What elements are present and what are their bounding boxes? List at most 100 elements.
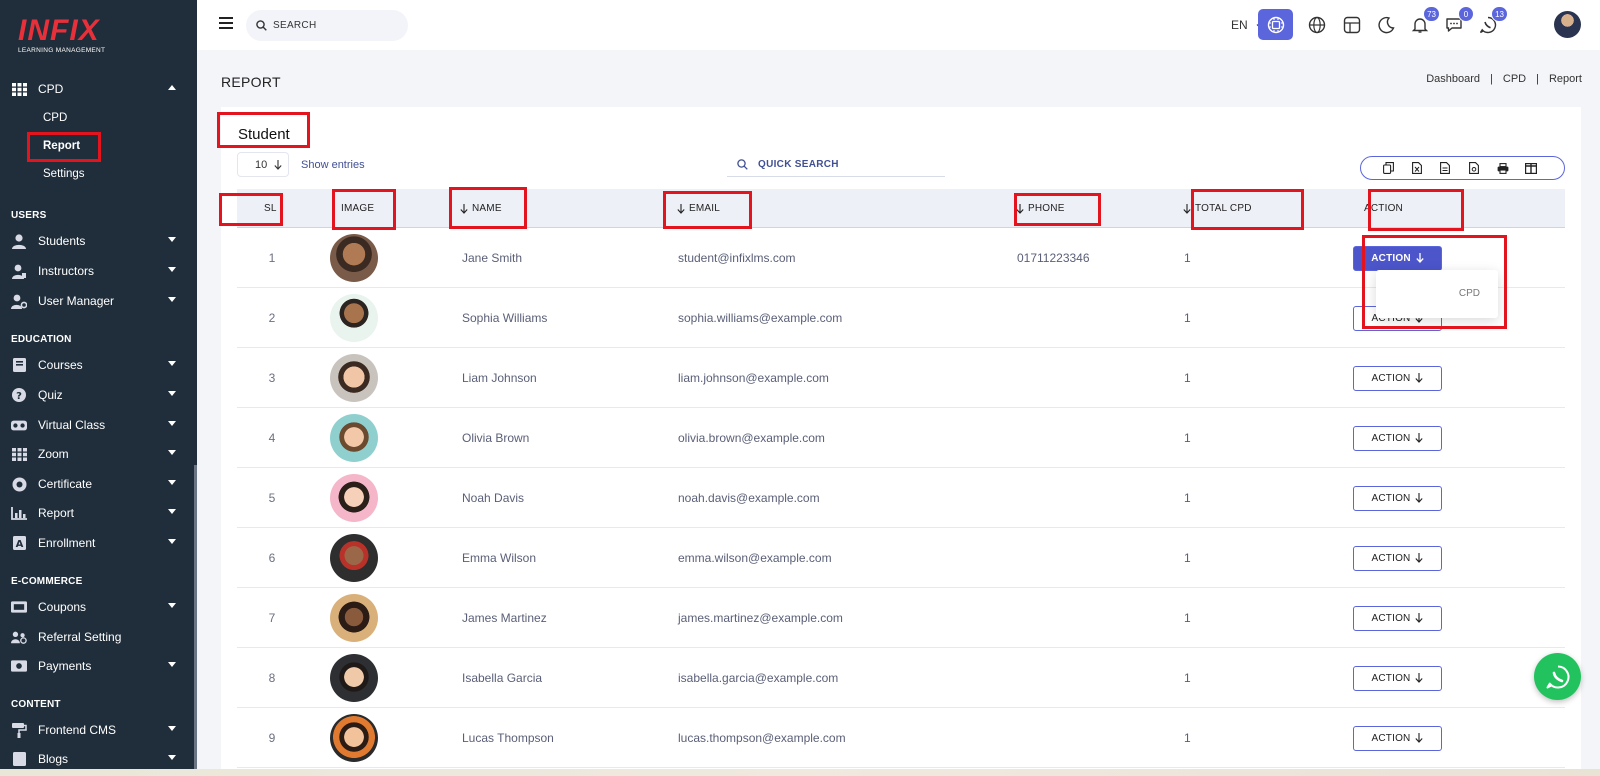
copy-icon — [1382, 162, 1394, 174]
cell-total-cpd: 1 — [1184, 731, 1191, 745]
print-button[interactable] — [1488, 157, 1517, 179]
breadcrumb-cpd[interactable]: CPD — [1503, 73, 1526, 85]
quick-search-input[interactable] — [758, 158, 938, 170]
cell-action: ACTION — [1353, 528, 1442, 588]
sidebar-item-courses[interactable]: Courses — [0, 352, 194, 378]
svg-text:?: ? — [16, 391, 22, 402]
cell-name: Jane Smith — [462, 251, 523, 265]
cell-sl: 7 — [268, 611, 276, 625]
cell-name: Noah Davis — [462, 491, 525, 505]
brand-tagline: LEARNING MANAGEMENT — [18, 47, 106, 54]
breadcrumb-separator: | — [1490, 73, 1493, 85]
cell-action: ACTION — [1353, 468, 1442, 528]
sidebar-item-frontend-cms[interactable]: Frontend CMS — [0, 717, 194, 743]
sidebar-subitem-cpd[interactable]: CPD — [43, 112, 67, 124]
cell-total-cpd: 1 — [1184, 611, 1191, 625]
cell-action: ACTION — [1353, 588, 1442, 648]
sidebar-item-payments[interactable]: Payments — [0, 653, 194, 679]
printer-icon — [1497, 162, 1509, 174]
sidebar-scrollbar[interactable] — [194, 465, 197, 776]
sidebar-item-virtual-class[interactable]: Virtual Class — [0, 412, 194, 438]
highlight-box — [1191, 189, 1304, 230]
student-avatar — [330, 654, 378, 702]
student-avatar — [330, 234, 378, 282]
entries-label: Show entries — [301, 158, 365, 171]
action-dropdown-button[interactable]: ACTION — [1353, 425, 1442, 451]
sidebar-item-label: Quiz — [38, 388, 63, 402]
sidebar-item-label: CPD — [38, 82, 64, 96]
copy-button[interactable] — [1374, 157, 1403, 179]
sidebar-item-students[interactable]: Students — [0, 228, 194, 254]
user-avatar[interactable] — [1554, 11, 1581, 38]
messages-button[interactable]: 0 — [1442, 6, 1474, 37]
cell-sl: 2 — [268, 311, 276, 325]
global-search[interactable] — [246, 10, 408, 41]
bottom-strip — [0, 769, 1600, 776]
enroll-icon: A — [11, 535, 27, 551]
action-dropdown-button[interactable]: ACTION — [1353, 605, 1442, 631]
action-dropdown-button[interactable]: ACTION — [1353, 365, 1442, 391]
cell-email: student@infixlms.com — [678, 251, 796, 265]
table-row: 5 Noah Davis noah.davis@example.com 1 AC… — [237, 468, 1565, 528]
brand-logo[interactable]: INFIX LEARNING MANAGEMENT — [18, 16, 118, 58]
whatsapp-icon — [1546, 665, 1569, 688]
sidebar-item-label: Blogs — [38, 752, 69, 766]
table-header: SL IMAGE NAME EMAIL PHONE TOTAL CPD ACTI… — [237, 189, 1565, 228]
sidebar-item-report[interactable]: Report — [0, 500, 194, 526]
cell-image — [330, 588, 378, 648]
action-dropdown-button[interactable]: ACTION — [1353, 485, 1442, 511]
sort-arrow-icon — [1183, 203, 1191, 214]
cell-phone: 01711223346 — [1017, 251, 1090, 265]
sidebar-item-user-manager[interactable]: User Manager — [0, 288, 194, 314]
excel-button[interactable] — [1403, 157, 1432, 179]
sidebar-item-cpd-group[interactable]: CPD — [0, 76, 194, 102]
breadcrumb-dashboard[interactable]: Dashboard — [1426, 73, 1480, 85]
notifications-button[interactable]: 73 — [1408, 6, 1440, 37]
csv-button[interactable] — [1431, 157, 1460, 179]
cell-image — [330, 408, 378, 468]
highlight-box — [1368, 189, 1464, 231]
chevron-down-icon — [168, 726, 176, 731]
quick-search[interactable] — [727, 152, 945, 177]
dark-mode-toggle[interactable] — [1374, 13, 1398, 37]
layout-button[interactable] — [1340, 13, 1364, 37]
sidebar-item-enrollment[interactable]: A Enrollment — [0, 530, 194, 556]
chip-settings-button[interactable] — [1258, 9, 1293, 40]
sidebar-item-label: Report — [38, 506, 75, 520]
action-dropdown-button[interactable]: ACTION — [1353, 545, 1442, 571]
report-card: Student 10 Show entries SL IMAGE NAME EM… — [217, 107, 1581, 776]
cell-sl: 6 — [268, 551, 276, 565]
entries-select[interactable]: 10 — [237, 152, 289, 177]
menu-toggle-icon[interactable] — [219, 17, 233, 29]
cell-sl: 5 — [268, 491, 276, 505]
whatsapp-top-button[interactable]: 13 — [1476, 6, 1508, 37]
website-button[interactable] — [1305, 13, 1329, 37]
chip-icon — [1267, 16, 1284, 33]
highlight-box — [663, 191, 752, 229]
cell-sl: 3 — [268, 371, 276, 385]
book-icon — [11, 357, 27, 373]
sidebar-item-zoom[interactable]: Zoom — [0, 441, 194, 467]
action-dropdown-button[interactable]: ACTION — [1353, 725, 1442, 751]
action-dropdown-button[interactable]: ACTION — [1353, 665, 1442, 691]
sidebar-item-referral-setting[interactable]: Referral Setting — [0, 624, 194, 650]
instructor-icon — [11, 263, 27, 279]
search-input[interactable] — [273, 20, 393, 31]
file-excel-icon — [1411, 162, 1422, 174]
table-row: 8 Isabella Garcia isabella.garcia@exampl… — [237, 648, 1565, 708]
sidebar-item-instructors[interactable]: Instructors — [0, 258, 194, 284]
sidebar-item-quiz[interactable]: ? Quiz — [0, 382, 194, 408]
cell-sl: 8 — [268, 671, 276, 685]
sidebar-item-certificate[interactable]: Certificate — [0, 471, 194, 497]
language-label: EN — [1231, 18, 1248, 32]
sidebar-subitem-settings[interactable]: Settings — [43, 168, 85, 180]
columns-button[interactable] — [1517, 157, 1546, 179]
whatsapp-chat-button[interactable] — [1534, 653, 1581, 700]
sidebar-item-coupons[interactable]: Coupons — [0, 594, 194, 620]
table-row: 7 James Martinez james.martinez@example.… — [237, 588, 1565, 648]
sidebar-item-label: Zoom — [38, 447, 69, 461]
sidebar-item-label: Courses — [38, 358, 83, 372]
entries-control: 10 Show entries — [237, 152, 365, 177]
pdf-button[interactable] — [1460, 157, 1489, 179]
highlight-box — [27, 132, 101, 162]
